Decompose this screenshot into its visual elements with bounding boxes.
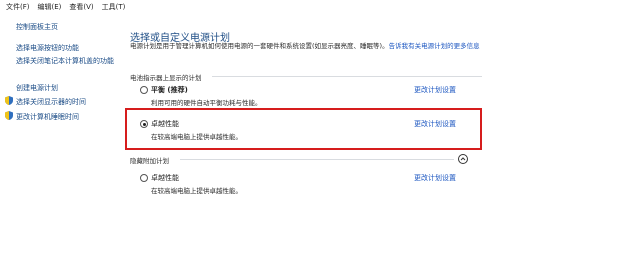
section-header-battery-plans: 电池指示器上显示的计划 xyxy=(130,74,202,82)
plan-description-balanced: 利用可用的硬件自动平衡功耗与性能。 xyxy=(151,99,262,107)
intro-text: 电源计划是用于管理计算机如何使用电源的一套硬件和系统设置(如显示器亮度、睡眠等)… xyxy=(130,42,490,52)
plan-description-ultimate-performance: 在较高端电脑上提供卓越性能。 xyxy=(151,133,242,141)
sidebar-item-sleep-time[interactable]: 更改计算机睡眠时间 xyxy=(16,112,79,122)
highlight-box xyxy=(125,108,482,150)
shield-icon xyxy=(5,96,13,105)
menu-view[interactable]: 查看(V) xyxy=(65,2,97,12)
plan-name-ultimate-performance-hidden: 卓越性能 xyxy=(151,174,179,182)
section-header-hidden-plans: 隐藏附加计划 xyxy=(130,157,169,165)
sidebar-item-display-off[interactable]: 选择关闭显示器的时间 xyxy=(16,97,86,107)
menu-edit[interactable]: 编辑(E) xyxy=(34,2,66,12)
chevron-up-icon xyxy=(460,157,466,161)
change-plan-settings-link[interactable]: 更改计划设置 xyxy=(414,119,456,129)
sidebar-item-create-plan[interactable]: 创建电源计划 xyxy=(16,83,58,93)
sidebar-item-lid-close[interactable]: 选择关闭笔记本计算机盖的功能 xyxy=(16,56,114,66)
sidebar-item-power-buttons[interactable]: 选择电源按钮的功能 xyxy=(16,43,79,53)
menu-bar: 文件(F) 编辑(E) 查看(V) 工具(T) xyxy=(0,0,640,13)
plan-radio-ultimate-performance[interactable] xyxy=(140,120,148,128)
intro-description: 电源计划是用于管理计算机如何使用电源的一套硬件和系统设置(如显示器亮度、睡眠等)… xyxy=(130,42,389,50)
intro-help-link[interactable]: 告诉我有关电源计划的更多信息 xyxy=(389,42,480,50)
menu-file[interactable]: 文件(F) xyxy=(0,2,34,12)
menu-tools[interactable]: 工具(T) xyxy=(98,2,130,12)
plan-description-ultimate-performance-hidden: 在较高端电脑上提供卓越性能。 xyxy=(151,187,242,195)
section-divider xyxy=(212,76,482,77)
change-plan-settings-link[interactable]: 更改计划设置 xyxy=(414,85,456,95)
plan-name-balanced: 平衡 (推荐) xyxy=(151,86,188,94)
plan-name-ultimate-performance: 卓越性能 xyxy=(151,120,179,128)
change-plan-settings-link[interactable]: 更改计划设置 xyxy=(414,173,456,183)
collapse-button[interactable] xyxy=(458,154,468,164)
section-divider xyxy=(180,159,454,160)
sidebar-item-control-panel-home[interactable]: 控制面板主页 xyxy=(16,22,58,32)
plan-radio-balanced[interactable] xyxy=(140,86,148,94)
plan-radio-ultimate-performance-hidden[interactable] xyxy=(140,174,148,182)
shield-icon xyxy=(5,111,13,120)
